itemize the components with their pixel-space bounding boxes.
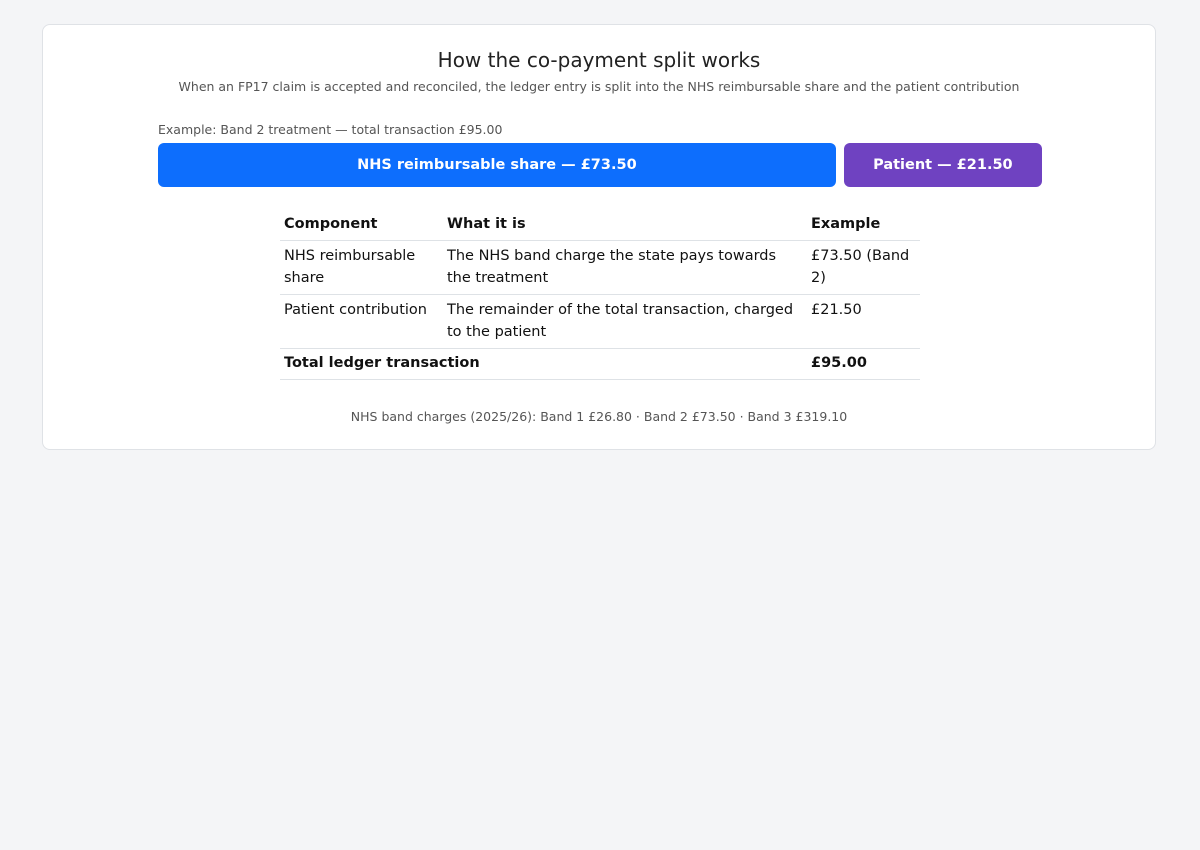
- page-subtitle: When an FP17 claim is accepted and recon…: [178, 79, 1020, 94]
- total-label: Total ledger transaction: [280, 348, 807, 380]
- column-header-component: Component: [280, 208, 443, 241]
- component-cell: NHS reimbursable share: [280, 240, 443, 295]
- table-header-row: Component What it is Example: [280, 208, 920, 241]
- example-cell: £73.50 (Band 2): [807, 240, 920, 295]
- table-row: Patient contribution The remainder of th…: [280, 294, 920, 349]
- table-row: NHS reimbursable share The NHS band char…: [280, 240, 920, 295]
- split-bar: NHS reimbursable share — £73.50 Patient …: [158, 143, 1042, 187]
- description-cell: The remainder of the total transaction, …: [443, 294, 807, 349]
- column-header-what-it-is: What it is: [443, 208, 807, 241]
- nhs-share-segment: NHS reimbursable share — £73.50: [158, 143, 836, 187]
- column-header-example: Example: [807, 208, 920, 241]
- patient-share-segment: Patient — £21.50: [843, 143, 1042, 187]
- example-cell: £21.50: [807, 294, 920, 349]
- component-cell: Patient contribution: [280, 294, 443, 349]
- components-table: Component What it is Example NHS reimbur…: [280, 208, 920, 380]
- description-cell: The NHS band charge the state pays towar…: [443, 240, 807, 295]
- total-row: Total ledger transaction £95.00: [280, 348, 920, 380]
- copayment-card: How the co-payment split works When an F…: [42, 24, 1156, 450]
- total-value: £95.00: [807, 348, 920, 380]
- page-title: How the co-payment split works: [437, 48, 761, 72]
- band-charges-footnote: NHS band charges (2025/26): Band 1 £26.8…: [350, 409, 848, 424]
- split-caption: Example: Band 2 treatment — total transa…: [158, 122, 503, 137]
